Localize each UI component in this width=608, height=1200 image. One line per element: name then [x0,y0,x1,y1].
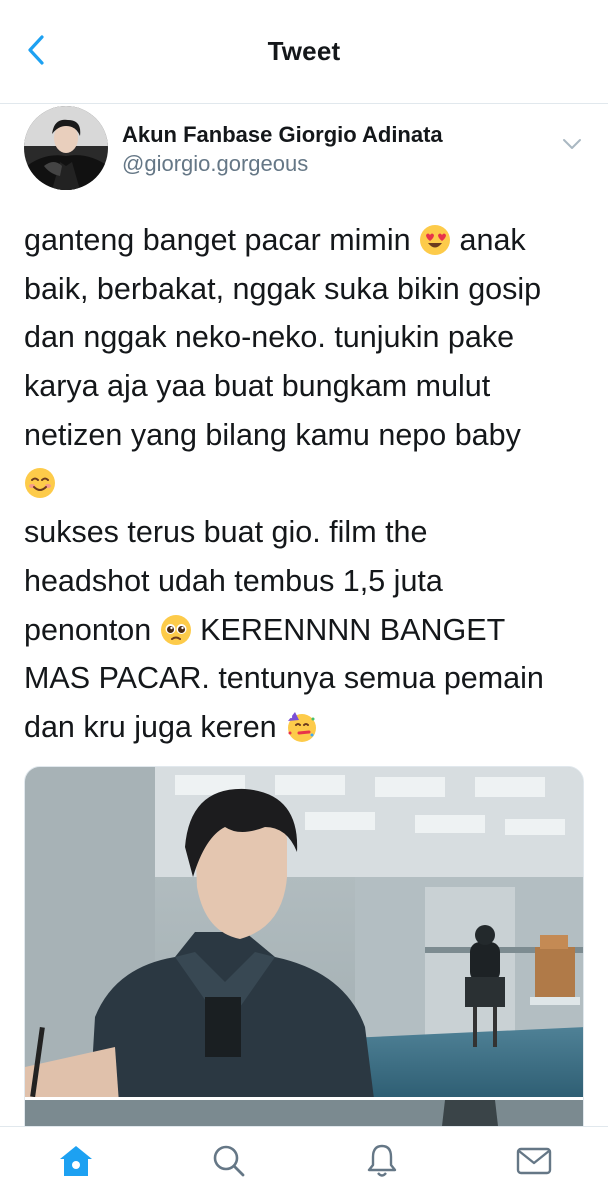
tweet-line-text: dan kru juga keren [24,709,286,744]
tweet-line-text: anak [451,223,526,257]
tweet-header: Akun Fanbase Giorgio Adinata @giorgio.go… [24,106,584,190]
avatar[interactable] [24,106,108,190]
partying-face-emoji [285,711,317,743]
author-handle[interactable]: @giorgio.gorgeous [122,151,308,177]
nav-bar: Tweet [0,0,608,104]
heart-eyes-emoji [419,224,451,256]
page-title: Tweet [267,36,341,66]
tweet-line: ganteng banget pacar mimin anak [24,216,586,265]
search-icon [212,1144,246,1183]
tab-home[interactable] [50,1141,102,1185]
tweet-line: dan nggak neko-neko. tunjukin pake [24,320,515,355]
tweet-line: sukses terus buat gio. film the [24,515,428,550]
tweet-line: MAS PACAR. tentunya semua pemain [24,661,544,696]
tweet-line: penonton KERENNNN BANGET [24,606,586,655]
tweet-media-image[interactable] [24,766,584,1186]
tweet-options-button[interactable] [560,136,584,156]
tweet-line: netizen yang bilang kamu nepo baby [24,417,521,452]
tweet-line [24,459,586,508]
pleading-face-emoji [160,614,192,646]
tab-bar [0,1126,608,1200]
tab-messages[interactable] [508,1141,560,1185]
home-icon [58,1144,94,1183]
messages-icon [516,1146,552,1181]
notifications-icon [366,1143,398,1184]
tweet-line: karya aja yaa buat bungkam mulut [24,369,491,404]
tweet-line: baik, berbakat, nggak suka bikin gosip [24,271,542,306]
tweet-line-text: ganteng banget pacar mimin [24,223,420,257]
chevron-down-icon [562,137,582,155]
tweet-text: ganteng banget pacar mimin anak baik, be… [24,216,586,752]
tweet-line-text: penonton [24,612,160,647]
smiling-face-emoji [24,467,56,499]
tab-search[interactable] [203,1141,255,1185]
tweet-line-text: KERENNNN BANGET [191,612,506,647]
tab-notifications[interactable] [356,1141,408,1185]
tweet-line: headshot udah tembus 1,5 juta [24,563,443,598]
tweet-line: dan kru juga keren [24,703,586,752]
author-display-name[interactable]: Akun Fanbase Giorgio Adinata [122,122,443,148]
